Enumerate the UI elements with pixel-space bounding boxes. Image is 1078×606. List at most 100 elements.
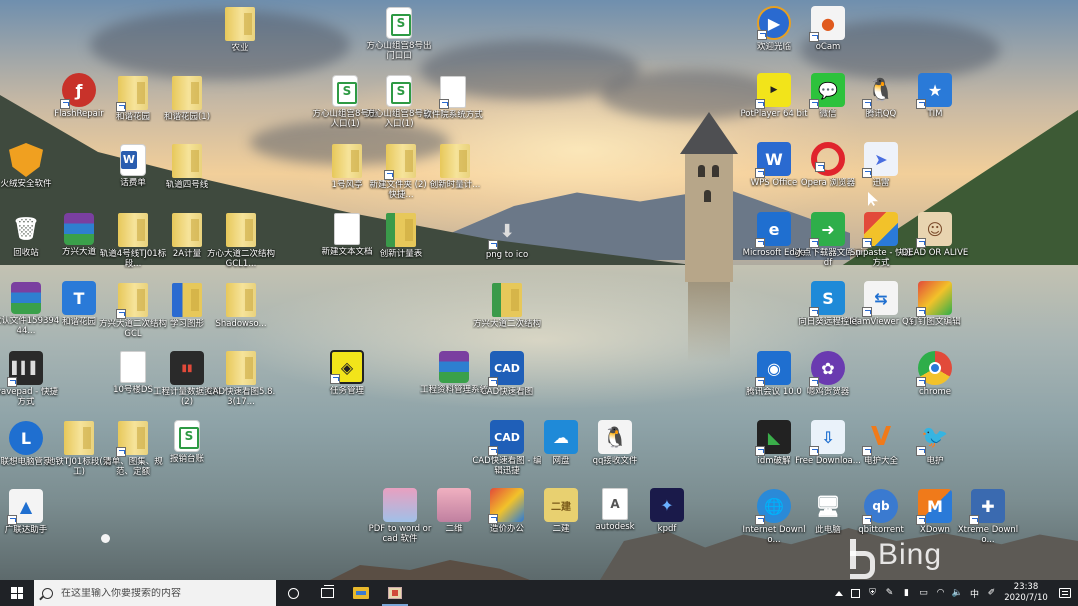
desktop-icon[interactable]: Shadowso... (206, 283, 276, 329)
desktop-icon[interactable]: 报销台账 (152, 420, 222, 464)
tray-overflow-button[interactable] (830, 580, 847, 606)
tower-window (704, 190, 711, 202)
icon-label: png to ico (485, 250, 529, 260)
desktop-icon[interactable]: ★ TIM (900, 73, 970, 119)
tray-app-button[interactable]: ⛨ (864, 580, 881, 606)
cortana-button[interactable] (276, 580, 310, 606)
icon-label: Xtreme Downlo... (957, 525, 1019, 545)
recycle-bin-icon: 🗑 (12, 216, 40, 242)
wechat-icon: 💬 (809, 73, 845, 109)
stylus-icon: ✐ (987, 588, 996, 598)
tim-star-icon: ★ (916, 73, 952, 109)
tower-reflection (688, 282, 730, 362)
autodesk-icon: A (602, 488, 628, 520)
tray-app-button[interactable] (847, 580, 864, 606)
cortana-icon (287, 587, 299, 599)
icon-label: Shadowso... (215, 319, 267, 329)
folder-icon (384, 144, 416, 180)
desktop-icon[interactable]: ⬇ png to ico (472, 214, 542, 261)
folder-icon (226, 283, 256, 317)
engineering-data-icon: ▮▮ (170, 351, 204, 385)
opera-icon (811, 142, 845, 176)
flash-icon: ƒ (60, 73, 96, 109)
file-explorer-button[interactable] (344, 580, 378, 606)
app-t-icon: T (62, 281, 96, 315)
spreadsheet-icon (386, 7, 412, 39)
desktop-icon[interactable]: CAD快速看图5.8.3(17... (206, 351, 276, 407)
winrar-archive-icon (64, 213, 94, 245)
taskbar-app-button[interactable] (378, 580, 412, 606)
task-view-button[interactable] (310, 580, 344, 606)
this-pc-icon: 🖥 (815, 494, 841, 518)
desktop[interactable]: Bing 农业 方心山组宫8号出门口口 ▶欢迎光临 ●oCam ƒFlashRe… (0, 0, 1078, 580)
icon-label: kpdf (657, 524, 677, 534)
bird-icon: 🐦 (916, 420, 952, 456)
image-thumbnail-icon (437, 488, 471, 522)
taskbar-search-box[interactable] (34, 580, 276, 606)
desktop-icon[interactable]: ✿ 嗯鸡贺贺器 (793, 351, 863, 397)
desktop-icon[interactable]: ● oCam (793, 6, 863, 52)
chrome-icon (916, 351, 952, 387)
desktop-icon[interactable]: 火绒安全软件 (0, 143, 61, 189)
desktop-icon[interactable]: 🐦 电护 (900, 420, 970, 466)
desktop-icon[interactable]: chrome (900, 351, 970, 397)
document-icon (439, 76, 466, 109)
cloud-drive-icon: ☁ (544, 420, 578, 454)
icon-label: 方心山组宫8号出门口口 (366, 41, 432, 61)
desktop-icon[interactable]: ☺ DEAD OR ALIVE (900, 212, 970, 258)
ime-button[interactable]: 中 (966, 580, 983, 606)
folder-icon (118, 213, 148, 247)
start-button[interactable] (0, 580, 34, 606)
icon-label: 报销台账 (169, 454, 204, 464)
desktop-icon[interactable]: ◈ 任务管理 (312, 350, 382, 396)
battery-button[interactable]: ▭ (915, 580, 932, 606)
pen-icon: ✎ (885, 588, 894, 598)
desktop-icon[interactable]: 轨道四号线 (152, 144, 222, 190)
desktop-icon[interactable]: 方心大道二次结构GCL1... (206, 213, 276, 269)
clock[interactable]: 23:38 2020/7/10 (1000, 582, 1052, 604)
huorong-shield-icon (9, 143, 43, 177)
glodon-icon: ▲ (7, 489, 43, 525)
desktop-icon[interactable]: ▌▍▌ wavepad - 快捷方式 (0, 351, 61, 407)
cursor-dot (101, 534, 110, 543)
desktop-icon[interactable]: 方心山组宫8号出门口口 (364, 7, 434, 61)
desktop-icon[interactable]: 钉钉图文编辑 (900, 281, 970, 327)
task-cube-icon: ◈ (330, 350, 364, 384)
folder-icon (172, 76, 202, 110)
tray-app-button[interactable]: ▮ (898, 580, 915, 606)
edge-icon: e (755, 212, 791, 248)
bing-watermark: Bing (848, 538, 942, 579)
desktop-icon[interactable]: ✚ Xtreme Downlo... (953, 489, 1023, 545)
grid-icon (851, 588, 860, 598)
mic-icon: ▮ (904, 588, 909, 598)
icon-label: 火绒安全软件 (0, 179, 52, 189)
icon-label: oCam (815, 42, 841, 52)
snipaste-icon (862, 212, 898, 248)
desktop-icon[interactable]: 软件院系统方式 (418, 76, 488, 120)
desktop-icon[interactable]: CAD CAD快速看图 (472, 351, 542, 397)
volume-button[interactable]: 🔈 (949, 580, 966, 606)
desktop-icon[interactable]: ✦ kpdf (632, 488, 702, 534)
archive-icon (11, 282, 41, 314)
desktop-icon[interactable]: 创新时量计... (420, 144, 490, 190)
desktop-icon[interactable]: ▲ 广联达助手 (0, 489, 61, 535)
free-download-icon: ⇩ (809, 420, 845, 456)
desktop-icon[interactable]: 创新计量表 (366, 213, 436, 259)
desktop-icon[interactable]: ➤ 迅雷 (846, 142, 916, 188)
action-center-button[interactable] (1052, 580, 1078, 606)
folder-icon (440, 144, 470, 178)
search-input[interactable] (61, 587, 261, 599)
desktop-icon[interactable]: 🐧 qq接收文件 (580, 420, 650, 466)
leaf-app-icon (916, 281, 952, 317)
desktop-icon[interactable]: 农业 (205, 7, 275, 53)
globe-download-icon: 🌐 (755, 489, 791, 525)
file-explorer-icon (353, 587, 369, 599)
network-button[interactable]: ◠ (932, 580, 949, 606)
tray-app-button[interactable]: ✎ (881, 580, 898, 606)
icon-label: 软件院系统方式 (423, 110, 483, 120)
pen-workspace-button[interactable]: ✐ (983, 580, 1000, 606)
icon-label: 创新计量表 (379, 249, 423, 259)
desktop-icon[interactable]: 和谐花园(1) (152, 76, 222, 122)
icon-label: TIM (927, 109, 943, 119)
desktop-icon[interactable]: 方兴大道二次结构 (472, 283, 542, 329)
